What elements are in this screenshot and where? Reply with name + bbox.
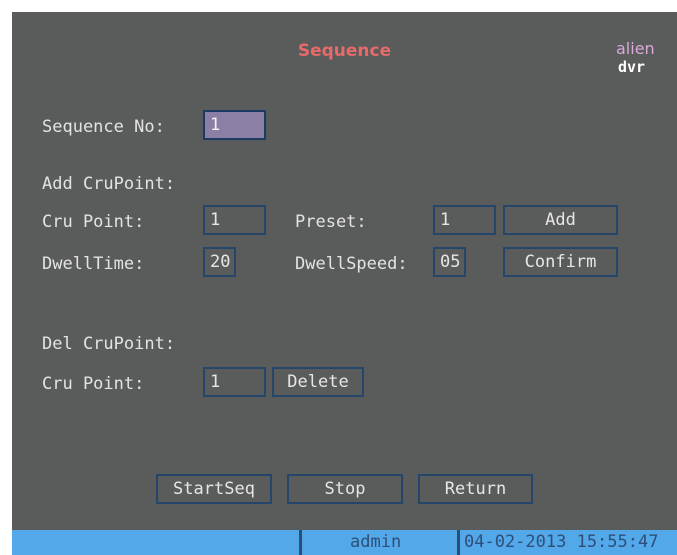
- preset-label: Preset:: [295, 212, 367, 232]
- logo-text-alien: alien: [616, 39, 655, 58]
- logo-text-dvr: dvr: [618, 58, 646, 76]
- status-datetime: 04-02-2013 15:55:47: [464, 532, 659, 552]
- delete-button[interactable]: Delete: [272, 367, 364, 397]
- start-seq-button[interactable]: StartSeq: [156, 474, 272, 504]
- status-divider: [457, 530, 460, 555]
- sequence-window: Sequence alien dvr Sequence No: 1 Add Cr…: [12, 12, 677, 555]
- add-cru-point-field[interactable]: 1: [203, 205, 266, 235]
- sequence-no-field[interactable]: 1: [203, 110, 266, 140]
- return-button[interactable]: Return: [418, 474, 533, 504]
- add-button[interactable]: Add: [503, 205, 618, 235]
- del-cru-point-field[interactable]: 1: [203, 367, 266, 397]
- add-cru-point-label: Cru Point:: [42, 212, 145, 232]
- dwell-speed-field[interactable]: 05: [433, 247, 466, 277]
- dwell-time-label: DwellTime:: [42, 254, 145, 274]
- status-bar: admin 04-02-2013 15:55:47: [12, 530, 677, 555]
- confirm-button[interactable]: Confirm: [503, 247, 618, 277]
- add-crupoint-heading: Add CruPoint:: [42, 174, 176, 194]
- preset-field[interactable]: 1: [433, 205, 496, 235]
- dwell-time-field[interactable]: 20: [203, 247, 236, 277]
- del-cru-point-label: Cru Point:: [42, 374, 145, 394]
- status-divider: [299, 530, 302, 555]
- status-user: admin: [350, 532, 402, 552]
- sequence-no-label: Sequence No:: [42, 117, 165, 137]
- stop-button[interactable]: Stop: [287, 474, 403, 504]
- dwell-speed-label: DwellSpeed:: [295, 254, 408, 274]
- brand-logo: alien dvr: [616, 39, 677, 79]
- page-title: Sequence: [297, 41, 392, 61]
- del-crupoint-heading: Del CruPoint:: [42, 334, 176, 354]
